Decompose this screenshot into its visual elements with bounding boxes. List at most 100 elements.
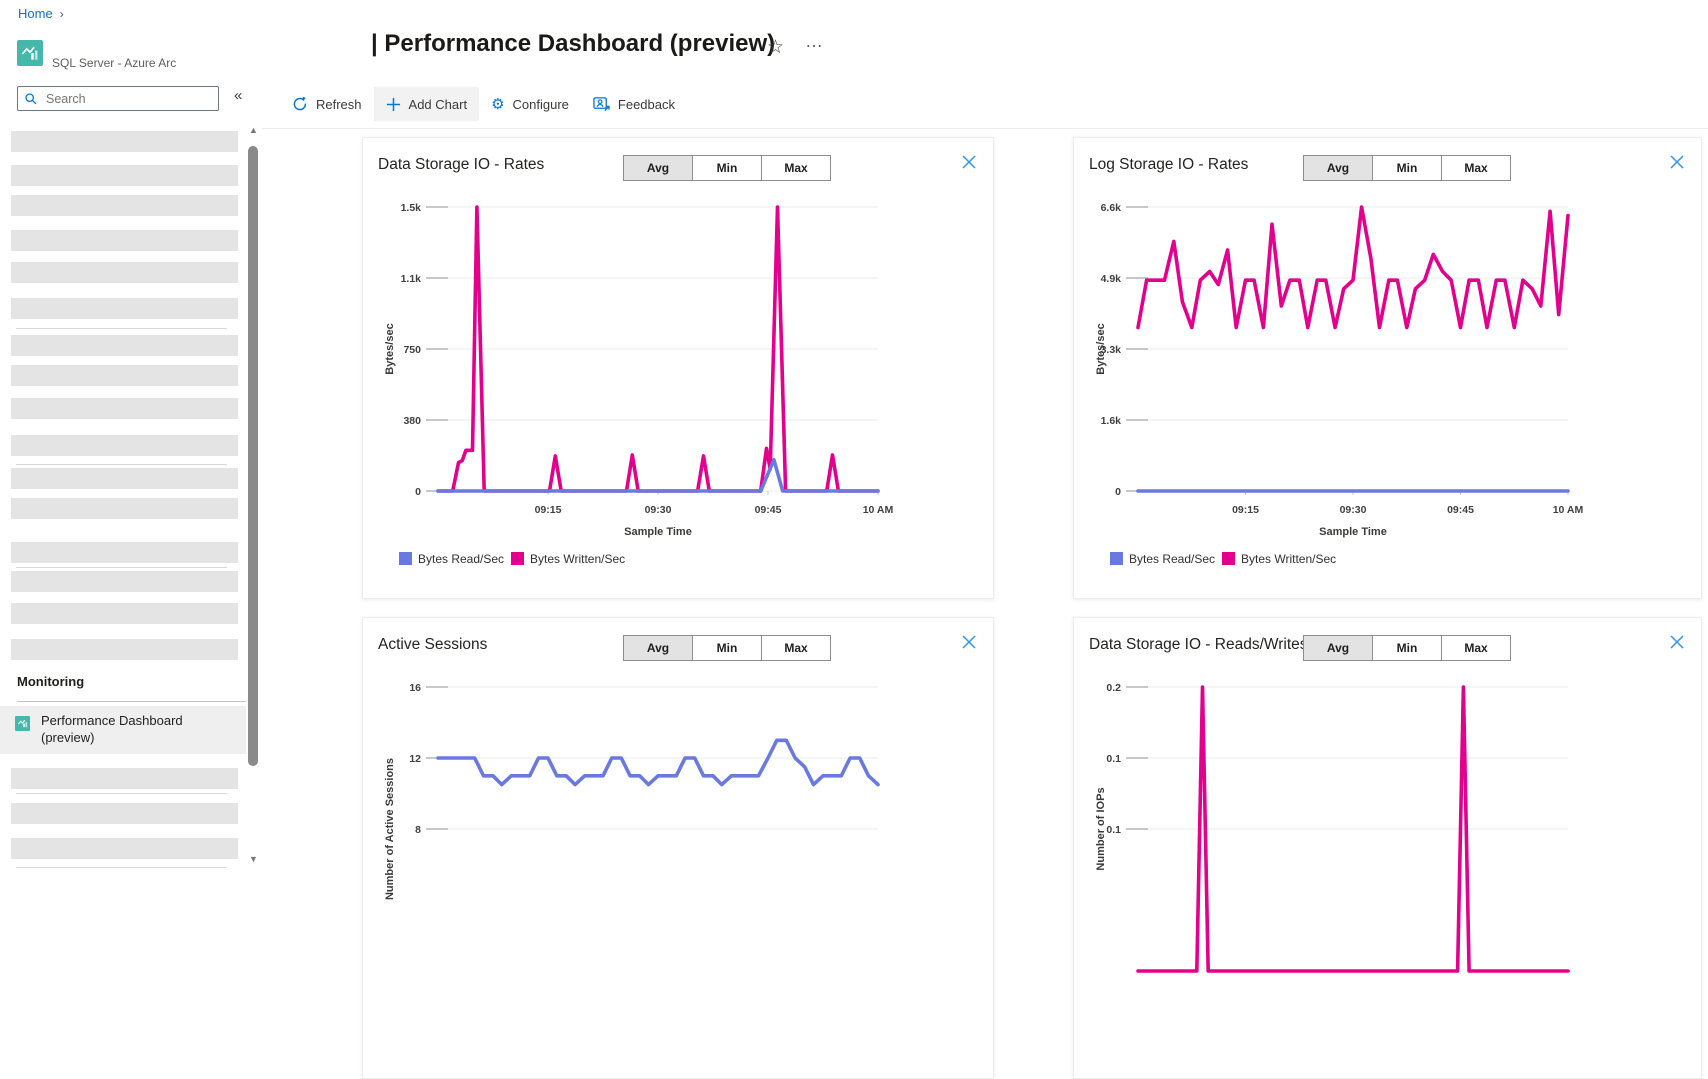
min-button[interactable]: Min: [1372, 155, 1442, 181]
legend-swatch: [399, 552, 412, 565]
skeleton-bar: [11, 542, 238, 563]
legend-label: Bytes Read/Sec: [1129, 552, 1215, 566]
scrollbar-up-arrow[interactable]: ▲: [249, 125, 258, 135]
breadcrumb-home-link[interactable]: Home: [18, 6, 53, 21]
x-tick-label: 09:45: [1447, 504, 1474, 516]
chart-plot: 1.5k1.1k750380009:1509:3009:4510 AMBytes…: [363, 138, 993, 583]
series-line: [1138, 207, 1568, 328]
aggregation-button-group: Avg Min Max: [1304, 155, 1511, 181]
command-bar-divider: [262, 128, 1708, 129]
aggregation-button-group: Avg Min Max: [1304, 635, 1511, 661]
y-tick-label: 6.6k: [1101, 202, 1122, 214]
skeleton-bar: [11, 435, 238, 456]
feedback-icon: [593, 96, 610, 112]
chart-card-active-sessions: 16128Number of Active Sessions Active Se…: [362, 617, 994, 1079]
close-icon[interactable]: [961, 634, 977, 650]
breadcrumb-chevron-icon: ›: [60, 7, 64, 21]
chart-glyph-icon: [20, 43, 40, 63]
x-tick-label: 09:30: [1340, 504, 1367, 516]
app-name: SQL Server - Azure Arc: [52, 56, 176, 70]
chart-title: Log Storage IO - Rates: [1089, 156, 1248, 174]
chart-card-data-storage-io-reads-writes: 0.20.10.1Number of IOPs Data Storage IO …: [1073, 617, 1702, 1079]
y-tick-label: 8: [415, 824, 421, 836]
avg-button[interactable]: Avg: [1303, 635, 1373, 661]
close-icon[interactable]: [1669, 634, 1685, 650]
skeleton-divider: [16, 867, 227, 868]
chart-title: Data Storage IO - Rates: [378, 156, 544, 174]
aggregation-button-group: Avg Min Max: [624, 635, 831, 661]
chart-plot: 0.20.10.1Number of IOPs: [1074, 618, 1701, 1063]
feedback-button[interactable]: Feedback: [581, 87, 687, 121]
add-chart-button[interactable]: Add Chart: [374, 87, 480, 121]
min-button[interactable]: Min: [692, 155, 762, 181]
sidebar-item-label: Performance Dashboard (preview): [41, 713, 221, 746]
scrollbar-thumb[interactable]: [248, 146, 258, 766]
add-chart-label: Add Chart: [409, 97, 468, 112]
y-tick-label: 380: [403, 415, 421, 427]
y-tick-label: 0.1: [1106, 753, 1121, 765]
min-button[interactable]: Min: [692, 635, 762, 661]
series-line: [438, 740, 878, 784]
y-tick-label: 0: [415, 486, 421, 498]
search-box[interactable]: [17, 86, 219, 111]
x-tick-label: 10 AM: [1553, 504, 1584, 516]
performance-dashboard-icon: [15, 716, 30, 731]
legend-swatch: [1110, 552, 1123, 565]
skeleton-bar: [11, 498, 238, 519]
skeleton-bar: [11, 803, 238, 824]
legend-swatch: [1222, 552, 1235, 565]
max-button[interactable]: Max: [1441, 635, 1511, 661]
skeleton-bar: [11, 639, 238, 660]
configure-button[interactable]: ⚙ Configure: [479, 87, 581, 121]
command-bar: Refresh Add Chart ⚙ Configure Feedback: [280, 87, 687, 121]
y-tick-label: 0.2: [1106, 682, 1121, 694]
scrollbar-down-arrow[interactable]: ▼: [249, 854, 258, 864]
max-button[interactable]: Max: [761, 635, 831, 661]
x-axis-label: Sample Time: [1319, 526, 1387, 538]
skeleton-bar: [11, 768, 238, 789]
max-button[interactable]: Max: [1441, 155, 1511, 181]
skeleton-divider: [16, 567, 227, 568]
avg-button[interactable]: Avg: [1303, 155, 1373, 181]
min-button[interactable]: Min: [1372, 635, 1442, 661]
skeleton-bar: [11, 468, 238, 489]
monitoring-divider: [17, 701, 246, 702]
y-tick-label: 1.5k: [401, 202, 422, 214]
skeleton-bar: [11, 838, 238, 859]
legend-label: Bytes Written/Sec: [1241, 552, 1336, 566]
gear-icon: ⚙: [491, 97, 504, 112]
refresh-button[interactable]: Refresh: [280, 87, 374, 121]
skeleton-bar: [11, 335, 238, 356]
x-tick-label: 09:15: [1232, 504, 1259, 516]
avg-button[interactable]: Avg: [623, 635, 693, 661]
feedback-label: Feedback: [618, 97, 675, 112]
page-title: | Performance Dashboard (preview): [371, 30, 775, 58]
y-axis-label: Number of IOPs: [1095, 787, 1107, 870]
ellipsis-menu-icon[interactable]: …: [805, 31, 824, 52]
close-icon[interactable]: [1669, 154, 1685, 170]
sidebar: SQL Server - Azure Arc « Monitoring Perf…: [0, 28, 260, 874]
close-icon[interactable]: [961, 154, 977, 170]
sidebar-item-performance-dashboard[interactable]: Performance Dashboard (preview): [0, 706, 246, 754]
breadcrumb: Home ›: [18, 6, 64, 21]
refresh-icon: [292, 96, 308, 112]
avg-button[interactable]: Avg: [623, 155, 693, 181]
y-tick-label: 16: [409, 682, 421, 694]
legend-swatch: [511, 552, 524, 565]
collapse-sidebar-button[interactable]: «: [234, 87, 242, 104]
aggregation-button-group: Avg Min Max: [624, 155, 831, 181]
y-tick-label: 0: [1115, 486, 1121, 498]
skeleton-bar: [11, 165, 238, 186]
skeleton-bar: [11, 365, 238, 386]
y-axis-label: Bytes/sec: [384, 323, 396, 374]
skeleton-bar: [11, 262, 238, 283]
y-tick-label: 12: [409, 753, 421, 765]
skeleton-bar: [11, 571, 238, 592]
max-button[interactable]: Max: [761, 155, 831, 181]
chart-plot: 16 12 8 Number of Active Sessions: [363, 618, 993, 1063]
favorite-star-icon[interactable]: ☆: [767, 36, 784, 59]
y-axis-label: Number of Active Sessions: [384, 758, 396, 900]
search-input[interactable]: [44, 91, 208, 107]
chart-card-data-storage-io-rates: 1.5k1.1k750380009:1509:3009:4510 AMBytes…: [362, 137, 994, 599]
skeleton-bar: [11, 195, 238, 216]
